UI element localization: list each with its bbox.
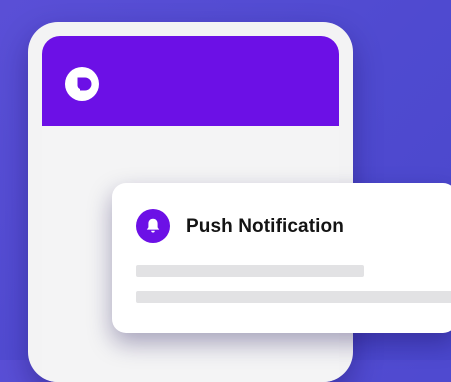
notification-icon-badge: [136, 209, 170, 243]
notification-title: Push Notification: [186, 216, 344, 237]
notification-text-placeholder-1: [136, 265, 364, 277]
notification-text-placeholder-2: [136, 291, 451, 303]
bell-icon: [146, 218, 160, 233]
app-logo-icon: [65, 67, 99, 101]
push-notification-card[interactable]: Push Notification: [112, 183, 451, 333]
app-header: [42, 36, 339, 126]
